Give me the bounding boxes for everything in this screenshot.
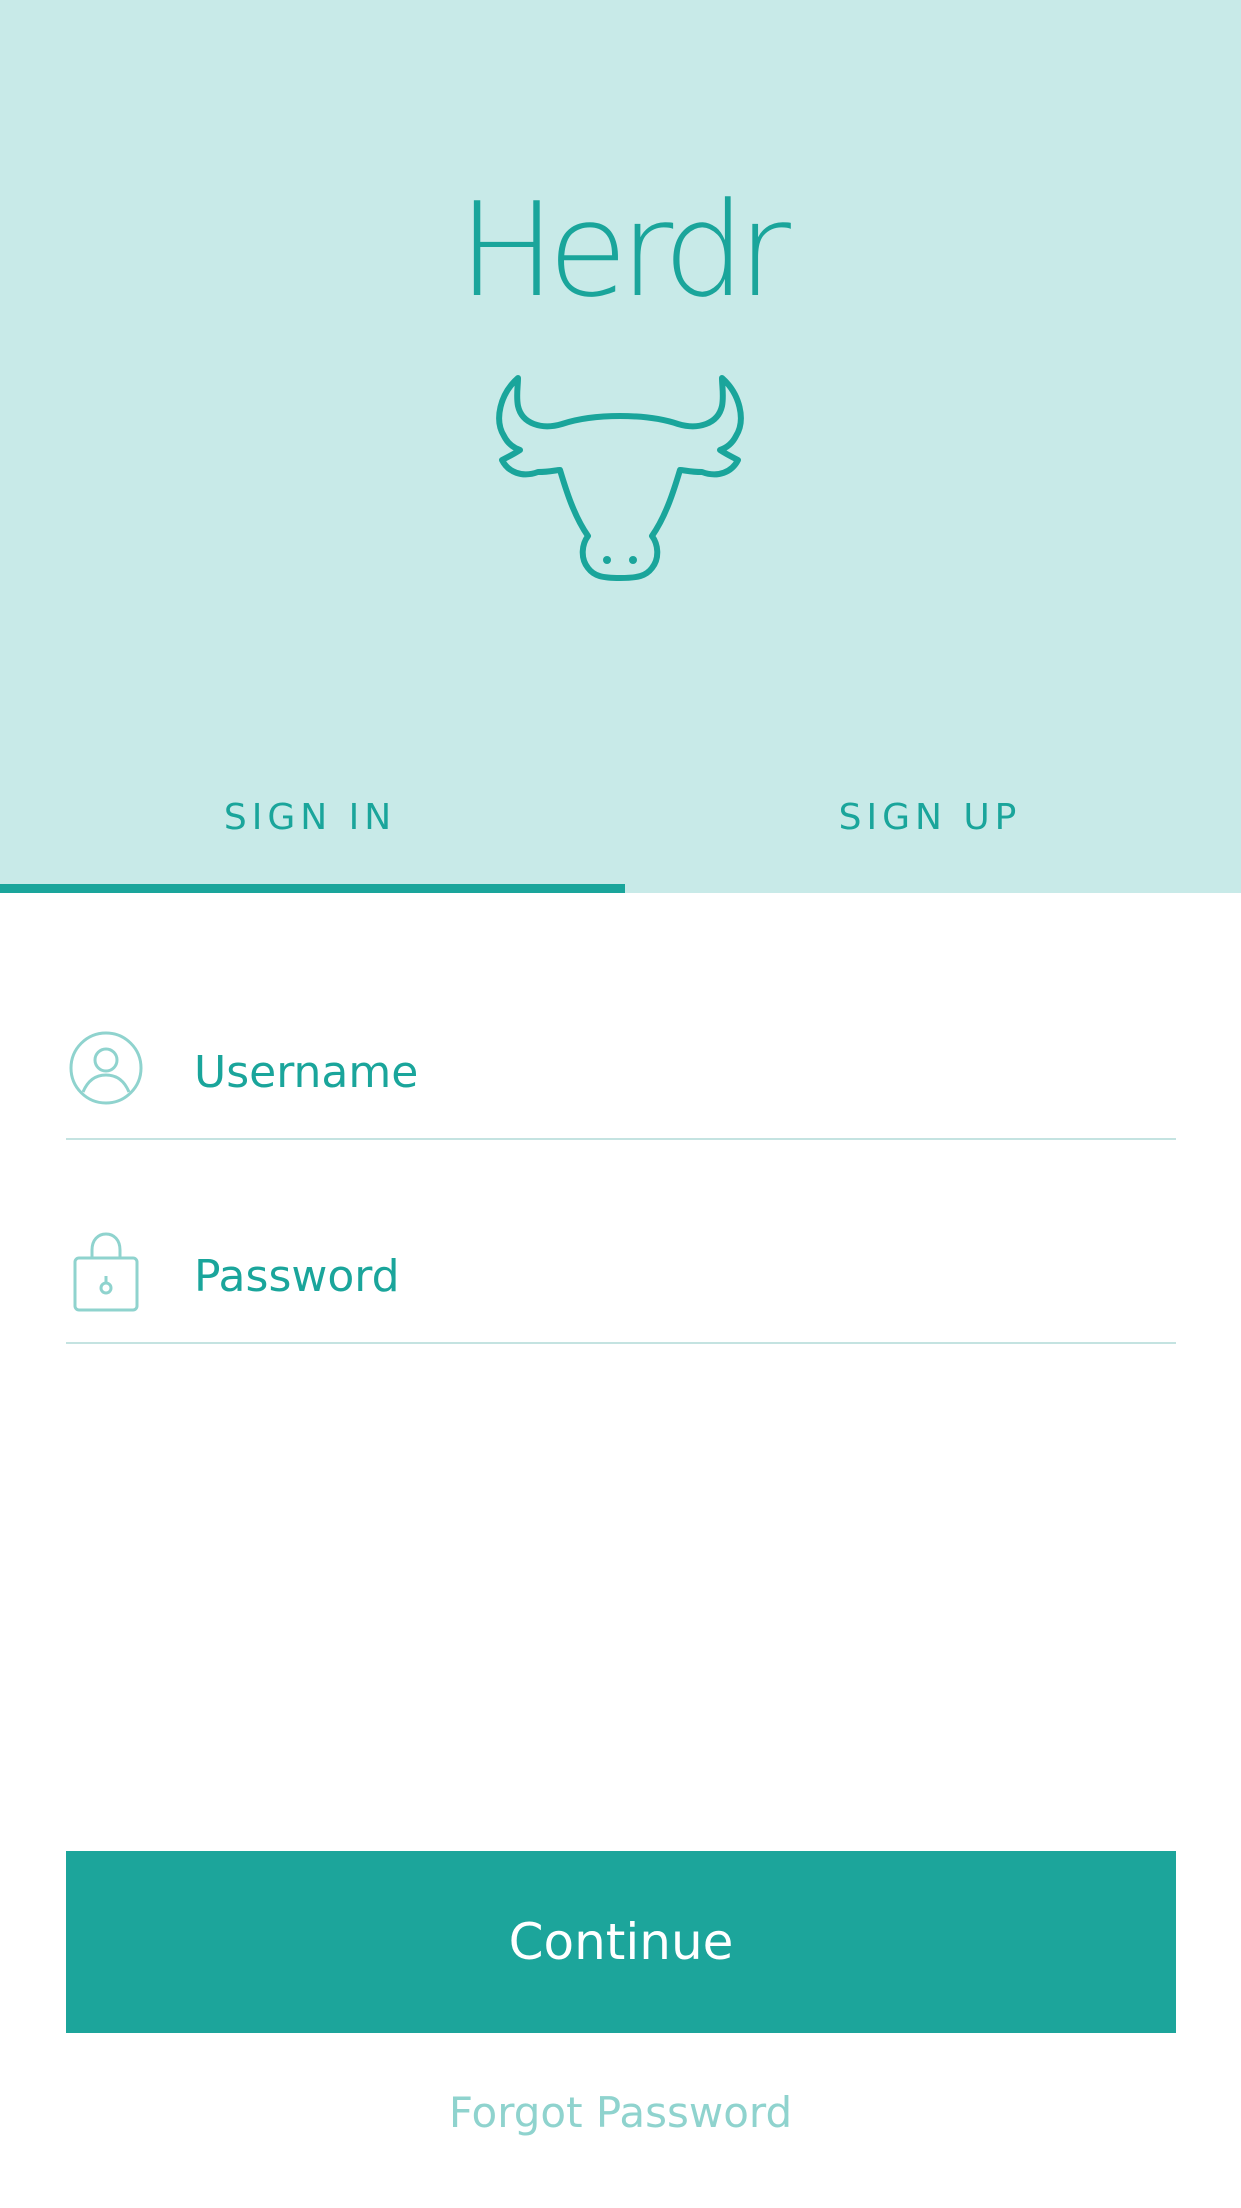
password-input[interactable] [194, 1236, 1154, 1316]
active-tab-indicator [0, 884, 625, 893]
username-field [66, 1028, 1176, 1140]
password-field [66, 1232, 1176, 1344]
lock-icon [73, 1232, 139, 1312]
header: Herdr SIGN IN SIGN UP [0, 0, 1241, 893]
forgot-password-link[interactable]: Forgot Password [0, 2085, 1241, 2141]
app-title: Herdr [458, 174, 791, 326]
bull-head-icon [496, 375, 744, 581]
tab-sign-in[interactable]: SIGN IN [0, 788, 620, 848]
tab-sign-up[interactable]: SIGN UP [620, 788, 1240, 848]
user-circle-icon [69, 1031, 143, 1105]
username-input[interactable] [194, 1032, 1154, 1112]
continue-button[interactable]: Continue [66, 1851, 1176, 2033]
